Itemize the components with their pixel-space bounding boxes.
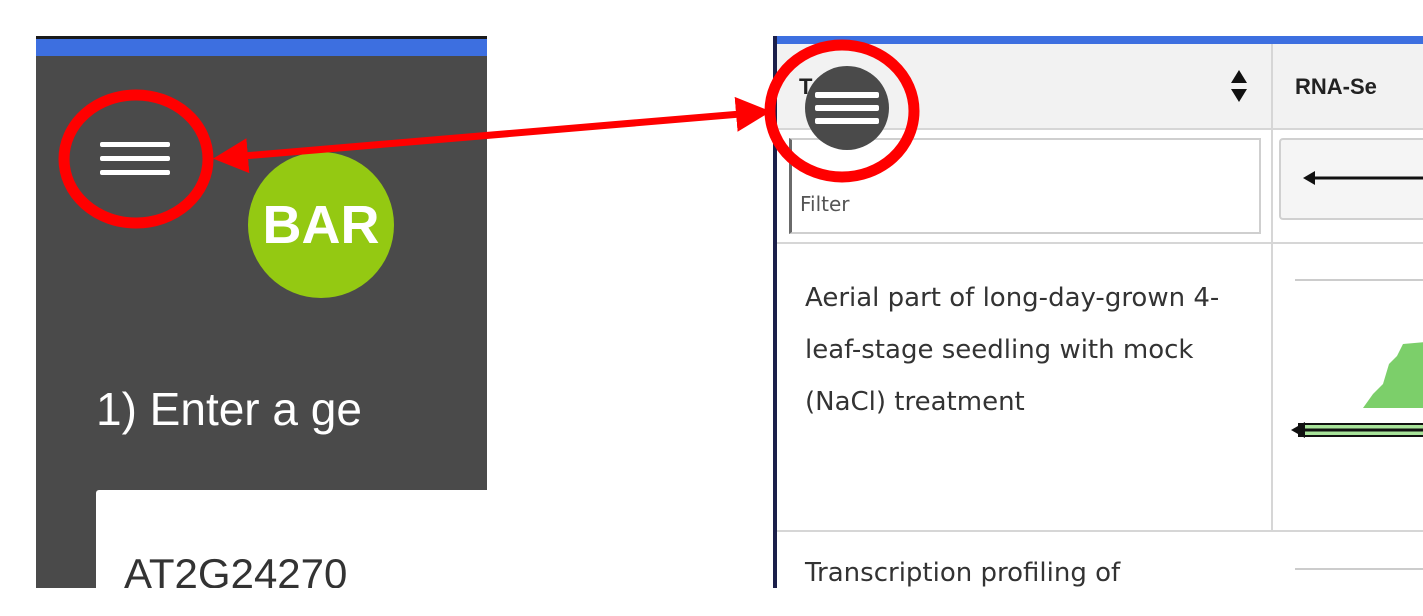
gene-track-arrow-icon [1303,171,1423,185]
left-panel-screenshot: BAR 1) Enter a ge [36,36,487,588]
right-panel-screenshot: T RNA-Se Aerial part [773,36,1423,588]
instruction-heading: 1) Enter a ge [96,383,362,435]
top-accent-bar [36,36,487,56]
column-header-rnaseq[interactable]: RNA-Se [1273,44,1423,130]
table-row[interactable]: Aerial part of long-day-grown 4-leaf-sta… [777,244,1273,532]
sort-arrows-icon[interactable] [1229,68,1249,104]
column-header-label: RNA-Se [1295,74,1377,99]
track-divider-line [1295,568,1423,570]
bar-logo[interactable]: BAR [248,152,394,298]
track-filter-control[interactable] [1279,138,1423,220]
hamburger-menu-icon[interactable] [805,66,889,150]
top-accent-bar [777,36,1423,44]
row-description: Transcription profiling of [805,558,1121,588]
gene-id-input[interactable] [96,490,487,588]
rnaseq-track-cell[interactable] [1273,244,1423,532]
filter-input[interactable] [789,138,1261,234]
stage: BAR 1) Enter a ge T RNA-Se [0,0,1423,616]
filter-row-track [1273,130,1423,244]
hamburger-menu-icon[interactable] [100,134,170,182]
rnaseq-coverage-track [1291,279,1423,438]
row-description: Aerial part of long-day-grown 4-leaf-sta… [805,283,1220,417]
